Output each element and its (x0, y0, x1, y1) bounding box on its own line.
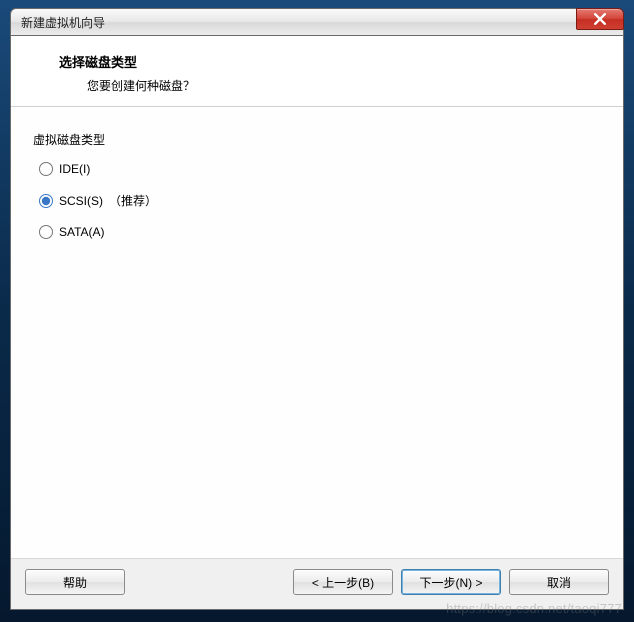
page-subtitle: 您要创建何种磁盘？ (59, 77, 603, 94)
radio-ide-label: IDE(I) (59, 162, 90, 176)
radio-option-scsi[interactable]: SCSI(S) （推荐） (39, 192, 601, 209)
group-label: 虚拟磁盘类型 (33, 131, 601, 148)
close-button[interactable] (576, 8, 624, 30)
dialog-body: 选择磁盘类型 您要创建何种磁盘？ 虚拟磁盘类型 IDE(I) SCSI(S) （… (10, 36, 624, 610)
content-area: 虚拟磁盘类型 IDE(I) SCSI(S) （推荐） SATA(A) (11, 107, 623, 558)
wizard-header: 选择磁盘类型 您要创建何种磁盘？ (11, 36, 623, 107)
back-button[interactable]: < 上一步(B) (293, 569, 393, 595)
radio-scsi-label: SCSI(S) (59, 194, 103, 208)
spacer (133, 569, 285, 595)
cancel-button[interactable]: 取消 (509, 569, 609, 595)
titlebar: 新建虚拟机向导 (10, 8, 624, 36)
button-row: 帮助 < 上一步(B) 下一步(N) > 取消 (11, 558, 623, 609)
next-button[interactable]: 下一步(N) > (401, 569, 501, 595)
radio-sata-label: SATA(A) (59, 225, 105, 239)
radio-option-sata[interactable]: SATA(A) (39, 225, 601, 239)
radio-scsi-input[interactable] (39, 194, 53, 208)
radio-sata-input[interactable] (39, 225, 53, 239)
window-title: 新建虚拟机向导 (21, 14, 105, 31)
page-title: 选择磁盘类型 (59, 52, 603, 71)
recommended-label: （推荐） (109, 192, 157, 209)
help-button[interactable]: 帮助 (25, 569, 125, 595)
radio-ide-input[interactable] (39, 162, 53, 176)
close-icon (594, 13, 606, 25)
radio-option-ide[interactable]: IDE(I) (39, 162, 601, 176)
